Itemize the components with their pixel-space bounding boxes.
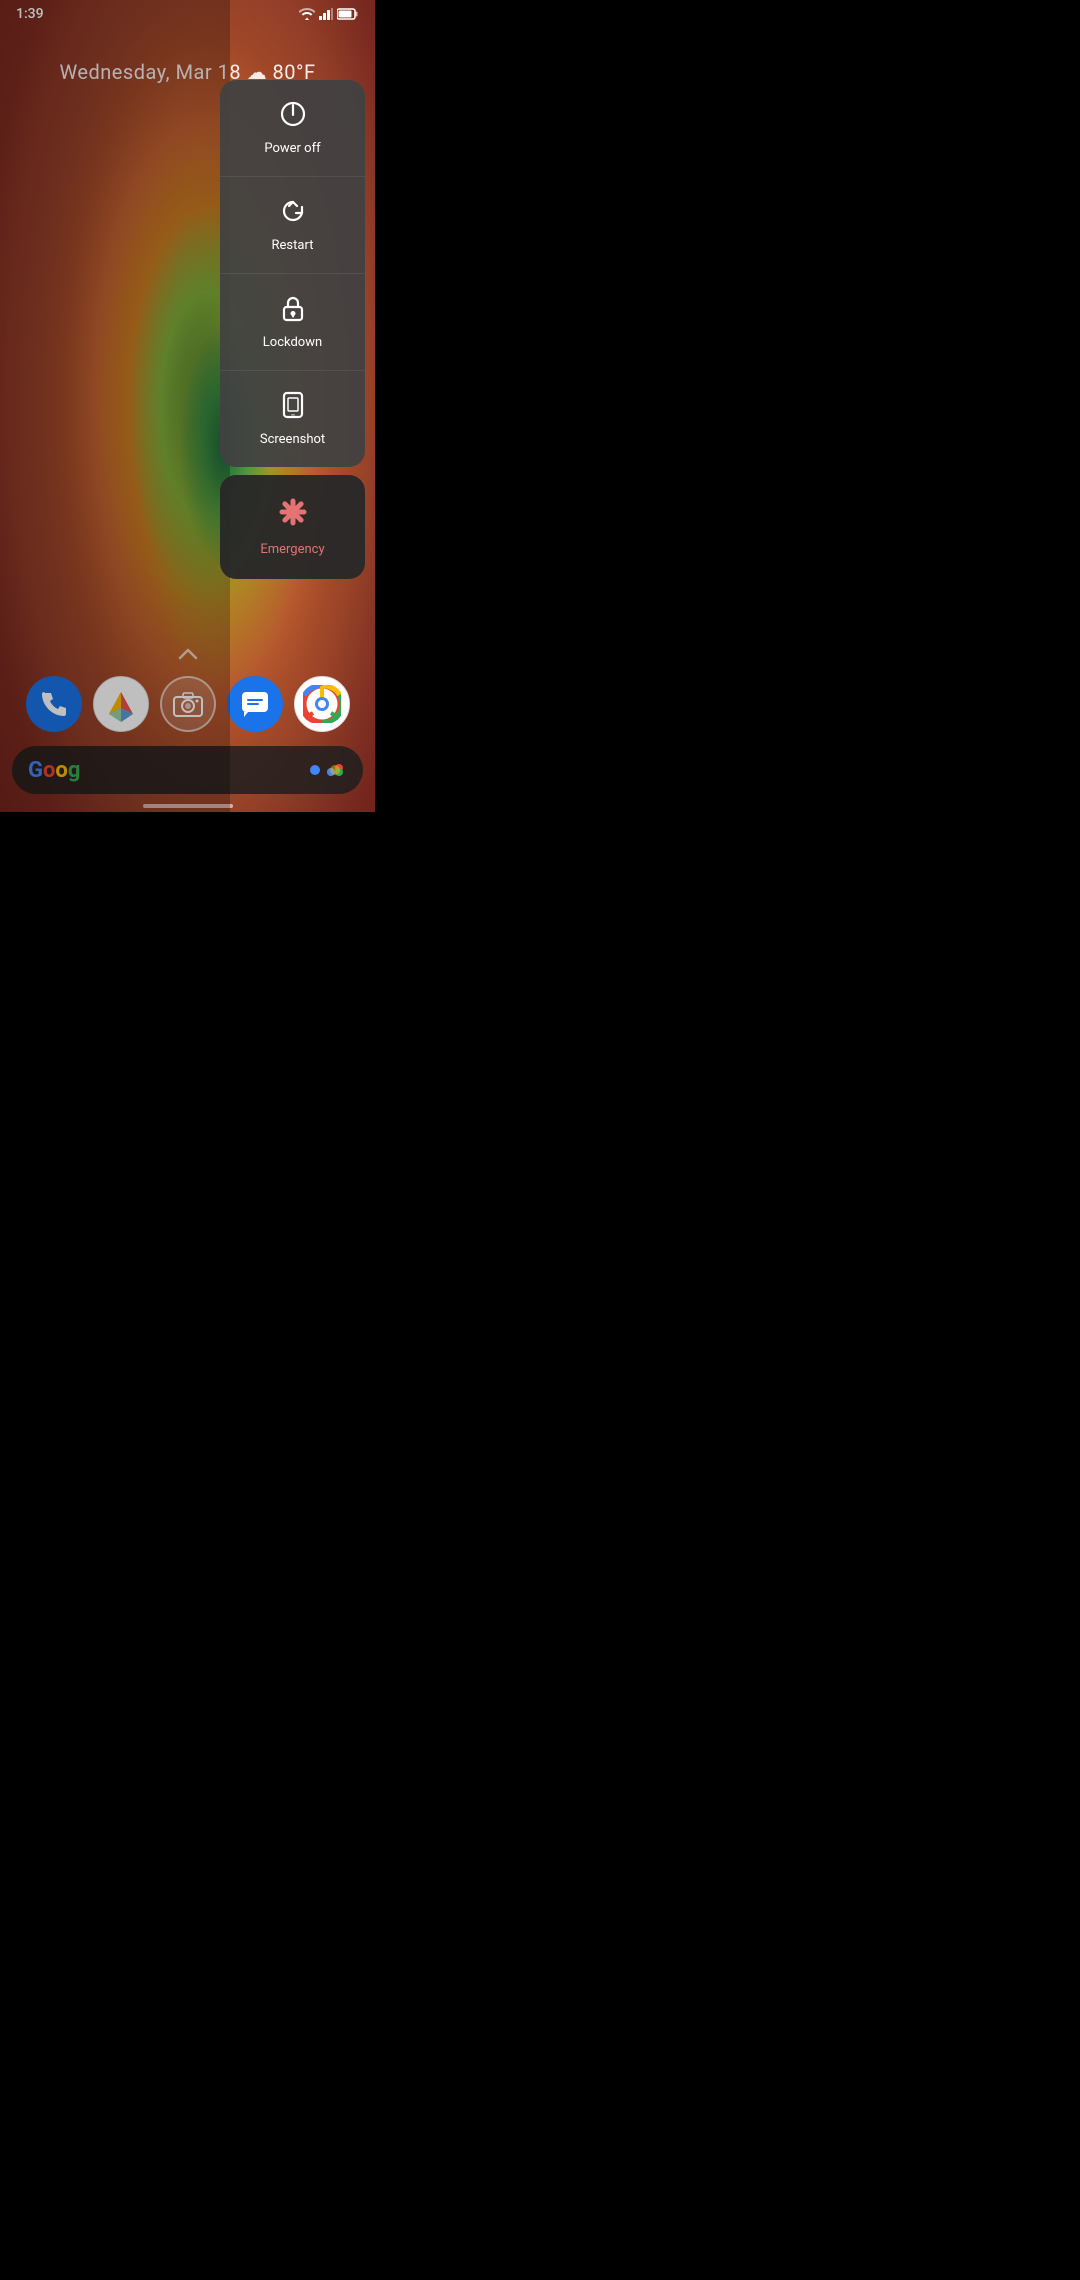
emergency-icon xyxy=(278,497,308,534)
emergency-panel: Emergency xyxy=(220,475,365,579)
power-off-button[interactable]: Power off xyxy=(220,80,365,177)
emergency-label: Emergency xyxy=(260,542,324,557)
signal-icon xyxy=(319,8,333,20)
chrome-app-icon[interactable] xyxy=(294,676,350,732)
lockdown-button[interactable]: Lockdown xyxy=(220,274,365,371)
assistant-dots xyxy=(323,758,347,782)
wifi-icon xyxy=(299,8,315,20)
messages-app-icon[interactable] xyxy=(227,676,283,732)
restart-label: Restart xyxy=(272,238,314,253)
assistant-icon xyxy=(310,758,347,782)
dot-blue xyxy=(310,765,320,775)
power-off-label: Power off xyxy=(264,141,320,156)
restart-button[interactable]: Restart xyxy=(220,177,365,274)
power-off-icon xyxy=(279,100,307,133)
power-menu: Power off Restart xyxy=(220,80,365,579)
screenshot-label: Screenshot xyxy=(260,432,325,447)
emergency-button[interactable]: Emergency xyxy=(220,475,365,579)
screenshot-icon xyxy=(281,391,305,424)
lock-icon xyxy=(280,294,306,327)
screenshot-button[interactable]: Screenshot xyxy=(220,371,365,467)
status-icons xyxy=(299,8,359,20)
power-menu-main: Power off Restart xyxy=(220,80,365,467)
battery-icon xyxy=(337,8,359,20)
lockdown-label: Lockdown xyxy=(263,335,322,350)
restart-icon xyxy=(279,197,307,230)
